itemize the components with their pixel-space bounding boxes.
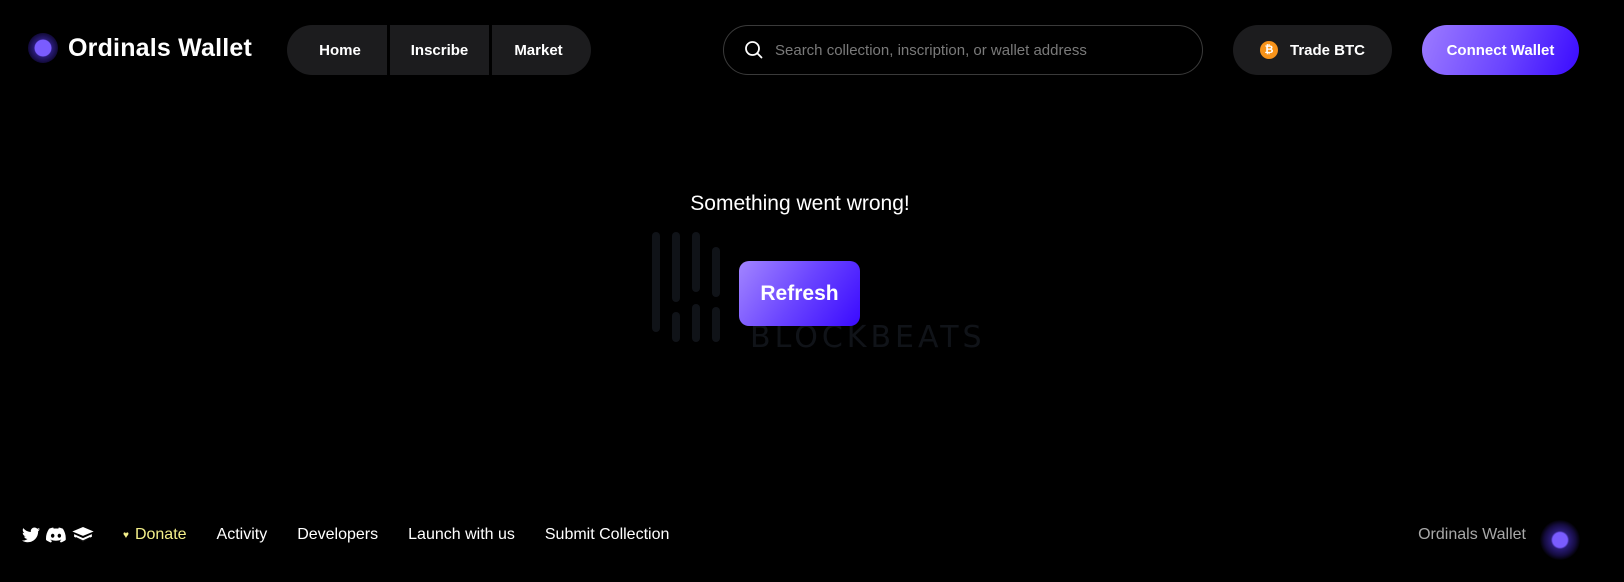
search-bar <box>723 25 1203 75</box>
discord-icon[interactable] <box>46 527 66 543</box>
launch-link[interactable]: Launch with us <box>408 526 515 544</box>
search-icon <box>744 40 764 60</box>
donate-link[interactable]: ♥ Donate <box>123 526 187 544</box>
footer: ♥ Donate Activity Developers Launch with… <box>0 520 1624 560</box>
donate-label: Donate <box>134 526 187 543</box>
orb-logo-icon <box>28 33 58 63</box>
brand-name: Ordinals Wallet <box>68 33 253 62</box>
developers-link[interactable]: Developers <box>297 526 378 544</box>
bitcoin-icon: ₿ <box>1259 41 1278 59</box>
docs-icon[interactable] <box>72 527 94 543</box>
watermark-bars-icon <box>652 232 720 342</box>
social-links <box>22 527 100 543</box>
nav-inscribe[interactable]: Inscribe <box>390 25 489 75</box>
footer-orb-icon <box>1540 520 1580 560</box>
header: Ordinals Wallet Home Inscribe Market ₿ T… <box>0 0 1624 100</box>
main-nav: Home Inscribe Market <box>287 25 591 75</box>
trade-btc-button[interactable]: ₿ Trade BTC <box>1233 25 1392 75</box>
nav-market[interactable]: Market <box>492 25 591 75</box>
activity-link[interactable]: Activity <box>217 526 268 544</box>
error-message: Something went wrong! <box>690 192 910 215</box>
submit-collection-link[interactable]: Submit Collection <box>545 526 670 544</box>
footer-links: ♥ Donate Activity Developers Launch with… <box>123 526 699 544</box>
twitter-icon[interactable] <box>22 527 40 543</box>
nav-home[interactable]: Home <box>287 25 387 75</box>
refresh-button[interactable]: Refresh <box>739 261 860 326</box>
trade-btc-label: Trade BTC <box>1289 41 1365 59</box>
footer-brand: Ordinals Wallet <box>1418 526 1526 543</box>
search-input[interactable] <box>775 41 1175 59</box>
heart-icon: ♥ <box>123 529 129 541</box>
connect-wallet-button[interactable]: Connect Wallet <box>1422 25 1579 75</box>
brand-logo[interactable]: Ordinals Wallet <box>28 33 252 63</box>
